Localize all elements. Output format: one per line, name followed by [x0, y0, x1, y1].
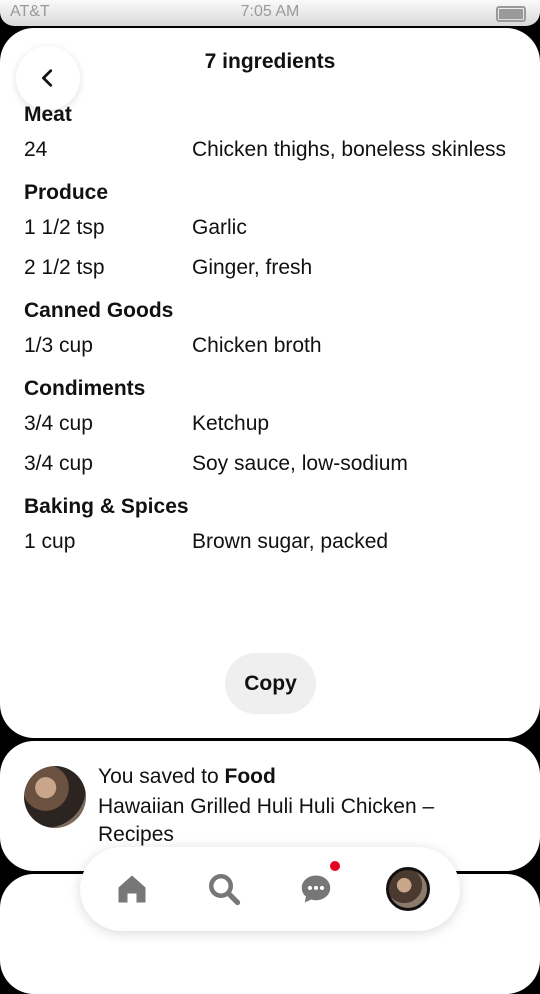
- ingredient-row: 1 1/2 tsp Garlic: [24, 214, 524, 241]
- nav-search[interactable]: [202, 867, 246, 911]
- ingredient-name: Ginger, fresh: [192, 256, 313, 279]
- ingredient-name: Brown sugar, packed: [192, 530, 389, 553]
- status-time: 7:05 AM: [240, 3, 300, 20]
- nav-profile[interactable]: [386, 867, 430, 911]
- pin-thumbnail: [24, 766, 86, 828]
- section-title: Baking & Spices: [24, 495, 189, 518]
- ingredient-name: Soy sauce, low-sodium: [192, 452, 408, 475]
- ingredient-row: 2 1/2 tsp Ginger, fresh: [24, 254, 524, 281]
- sheet-title: 7 ingredients: [204, 50, 336, 73]
- section-title: Canned Goods: [24, 299, 174, 322]
- ingredients-sheet: 7 ingredients Meat 24 Chicken thighs, bo…: [0, 28, 540, 738]
- home-icon: [118, 875, 146, 903]
- status-bar: AT&T 7:05 AM: [0, 0, 540, 26]
- section-baking-spices: Baking & Spices 1 cup Brown sugar, packe…: [24, 490, 524, 555]
- pin-title: Hawaiian Grilled Huli Huli Chicken – Rec…: [98, 795, 435, 846]
- ingredient-qty: 24: [24, 138, 48, 161]
- board-name[interactable]: Food: [225, 765, 276, 788]
- ingredient-row: 1/3 cup Chicken broth: [24, 332, 524, 359]
- ingredient-qty: 1 cup: [24, 530, 76, 553]
- ingredient-qty: 2 1/2 tsp: [24, 256, 105, 279]
- ingredient-name: Chicken thighs, boneless skinless: [192, 138, 506, 161]
- ingredient-qty: 1/3 cup: [24, 334, 93, 357]
- ingredient-qty: 1 1/2 tsp: [24, 216, 105, 239]
- ingredient-name: Chicken broth: [192, 334, 322, 357]
- ingredient-name: Ketchup: [192, 412, 270, 435]
- section-condiments: Condiments 3/4 cup Ketchup 3/4 cup Soy s…: [24, 372, 524, 477]
- bottom-nav: [80, 847, 460, 931]
- search-icon: [209, 874, 241, 906]
- section-canned-goods: Canned Goods 1/3 cup Chicken broth: [24, 294, 524, 359]
- ingredient-list: Meat 24 Chicken thighs, boneless skinles…: [24, 98, 524, 568]
- ingredient-row: 3/4 cup Ketchup: [24, 410, 524, 437]
- notification-dot: [330, 861, 340, 871]
- nav-messages[interactable]: [294, 861, 340, 911]
- saved-prefix: You saved to: [98, 765, 225, 788]
- ingredient-row: 3/4 cup Soy sauce, low-sodium: [24, 450, 524, 477]
- ingredient-name: Garlic: [192, 216, 247, 239]
- messages-icon: [301, 875, 331, 903]
- copy-button[interactable]: Copy: [225, 653, 316, 714]
- ingredient-qty: 3/4 cup: [24, 452, 93, 475]
- section-title: Meat: [24, 103, 72, 126]
- ingredient-row: 24 Chicken thighs, boneless skinless: [24, 136, 524, 163]
- section-meat: Meat 24 Chicken thighs, boneless skinles…: [24, 98, 524, 163]
- saved-to-text: You saved to Food: [98, 765, 276, 789]
- ingredient-row: 1 cup Brown sugar, packed: [24, 528, 524, 555]
- section-title: Produce: [24, 181, 109, 204]
- battery-icon: [496, 6, 526, 22]
- section-produce: Produce 1 1/2 tsp Garlic 2 1/2 tsp Ginge…: [24, 176, 524, 281]
- ingredient-qty: 3/4 cup: [24, 412, 93, 435]
- profile-avatar: [386, 867, 430, 911]
- nav-home[interactable]: [110, 867, 154, 911]
- section-title: Condiments: [24, 377, 146, 400]
